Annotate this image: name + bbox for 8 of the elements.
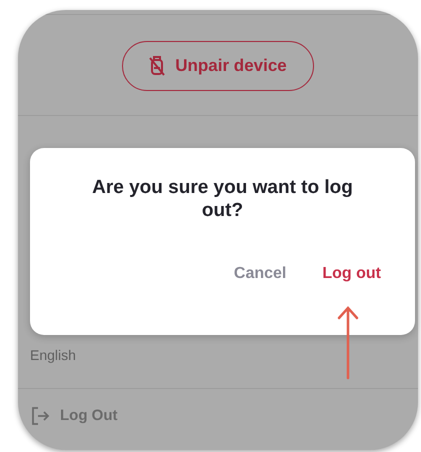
dialog-title: Are you sure you want to log out? <box>91 176 354 222</box>
log-out-button[interactable]: Log out <box>322 262 381 286</box>
logout-icon <box>30 406 50 426</box>
log-out-item[interactable]: Log Out <box>60 405 118 428</box>
language-value: English <box>30 346 76 365</box>
device-off-icon <box>149 56 166 76</box>
cancel-button[interactable]: Cancel <box>234 262 286 286</box>
unpair-device-button[interactable]: Unpair device <box>122 41 314 91</box>
